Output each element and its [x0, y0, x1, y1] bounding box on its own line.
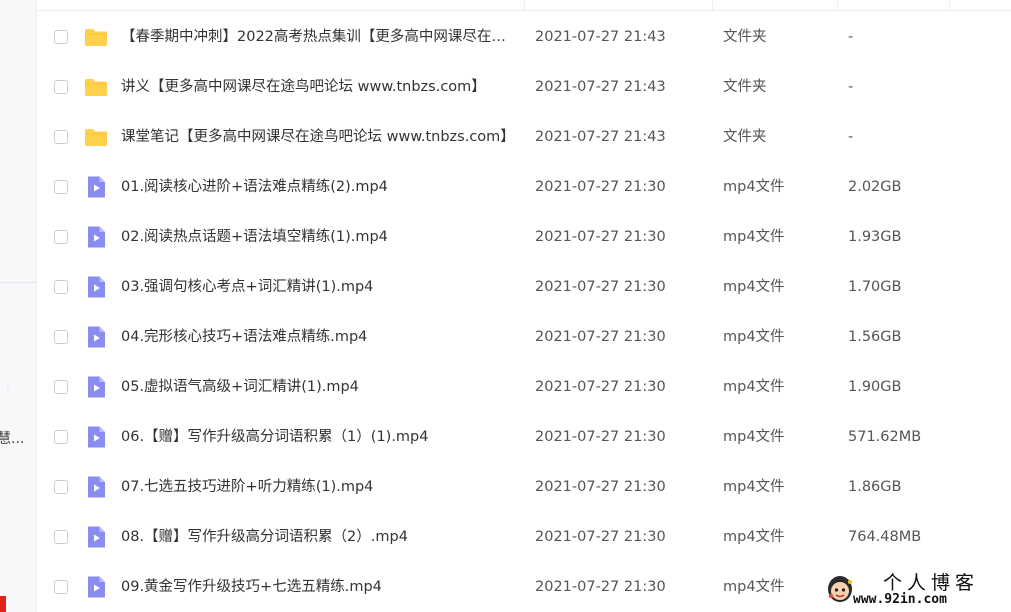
- file-row[interactable]: 05.虚拟语气高级+词汇精讲(1).mp4 2021-07-27 21:30 m…: [37, 362, 1011, 412]
- file-size: -: [848, 29, 854, 45]
- file-modified-time: 2021-07-27 21:30: [535, 479, 666, 495]
- file-size: 1.70GB: [848, 279, 902, 295]
- file-type: 文件夹: [723, 129, 767, 145]
- file-name[interactable]: 02.阅读热点话题+语法填空精练(1).mp4: [121, 212, 517, 262]
- file-row[interactable]: 02.阅读热点话题+语法填空精练(1).mp4 2021-07-27 21:30…: [37, 212, 1011, 262]
- file-modified-time: 2021-07-27 21:30: [535, 229, 666, 245]
- file-size: 1.93GB: [848, 229, 902, 245]
- file-modified-time: 2021-07-27 21:30: [535, 329, 666, 345]
- file-row[interactable]: 06.【赠】写作升级高分词语积累（1）(1).mp4 2021-07-27 21…: [37, 412, 1011, 462]
- file-manager-page: ⋮ 慧... 【春季期中冲刺】2022高考热点集训【更多高中网课尽在途鸟吧论坛 …: [0, 0, 1011, 612]
- file-modified-time: 2021-07-27 21:43: [535, 129, 666, 145]
- video-file-icon: [84, 175, 108, 199]
- file-row[interactable]: 【春季期中冲刺】2022高考热点集训【更多高中网课尽在途鸟吧论坛 www.tnb…: [37, 12, 1011, 62]
- row-checkbox[interactable]: [54, 230, 68, 244]
- sidebar-divider: [0, 282, 36, 283]
- file-modified-time: 2021-07-27 21:30: [535, 529, 666, 545]
- file-name[interactable]: 09.黄金写作升级技巧+七选五精练.mp4: [121, 562, 517, 612]
- folder-icon: [84, 75, 108, 99]
- file-modified-time: 2021-07-27 21:43: [535, 29, 666, 45]
- file-name[interactable]: 【春季期中冲刺】2022高考热点集训【更多高中网课尽在途鸟吧论坛 www.tnb…: [121, 12, 517, 62]
- file-row[interactable]: 04.完形核心技巧+语法难点精练.mp4 2021-07-27 21:30 mp…: [37, 312, 1011, 362]
- folder-icon: [84, 125, 108, 149]
- file-modified-time: 2021-07-27 21:43: [535, 79, 666, 95]
- row-checkbox[interactable]: [54, 280, 68, 294]
- file-name[interactable]: 01.阅读核心进阶+语法难点精练(2).mp4: [121, 162, 517, 212]
- video-file-icon: [84, 425, 108, 449]
- video-file-icon: [84, 325, 108, 349]
- header-column-divider[interactable]: [524, 0, 525, 10]
- file-size: 1.56GB: [848, 329, 902, 345]
- header-column-divider[interactable]: [712, 0, 713, 10]
- file-type: mp4文件: [723, 579, 785, 595]
- file-name[interactable]: 03.强调句核心考点+词汇精讲(1).mp4: [121, 262, 517, 312]
- video-file-icon: [84, 225, 108, 249]
- file-size: 1.86GB: [848, 479, 902, 495]
- file-modified-time: 2021-07-27 21:30: [535, 579, 666, 595]
- row-checkbox[interactable]: [54, 380, 68, 394]
- file-row[interactable]: 03.强调句核心考点+词汇精讲(1).mp4 2021-07-27 21:30 …: [37, 262, 1011, 312]
- video-file-icon: [84, 475, 108, 499]
- row-checkbox[interactable]: [54, 80, 68, 94]
- file-row[interactable]: 讲义【更多高中网课尽在途鸟吧论坛 www.tnbzs.com】 2021-07-…: [37, 62, 1011, 112]
- file-size: 2.02GB: [848, 179, 902, 195]
- file-type: mp4文件: [723, 479, 785, 495]
- file-type: mp4文件: [723, 279, 785, 295]
- file-modified-time: 2021-07-27 21:30: [535, 279, 666, 295]
- file-size: -: [848, 129, 854, 145]
- row-checkbox[interactable]: [54, 430, 68, 444]
- more-options-icon[interactable]: ⋮: [4, 386, 12, 394]
- file-row[interactable]: 课堂笔记【更多高中网课尽在途鸟吧论坛 www.tnbzs.com】 2021-0…: [37, 112, 1011, 162]
- sidebar-active-indicator: [0, 596, 6, 612]
- file-list-header: [37, 0, 1011, 11]
- file-type: mp4文件: [723, 529, 785, 545]
- row-checkbox[interactable]: [54, 580, 68, 594]
- header-column-divider[interactable]: [949, 0, 950, 10]
- file-size: 764.48MB: [848, 529, 922, 545]
- file-type: 文件夹: [723, 79, 767, 95]
- file-size: -: [848, 79, 854, 95]
- cartoon-avatar-icon: [828, 576, 852, 602]
- file-type: mp4文件: [723, 229, 785, 245]
- file-row[interactable]: 07.七选五技巧进阶+听力精练(1).mp4 2021-07-27 21:30 …: [37, 462, 1011, 512]
- row-checkbox[interactable]: [54, 30, 68, 44]
- video-file-icon: [84, 375, 108, 399]
- file-name[interactable]: 08.【赠】写作升级高分词语积累（2）.mp4: [121, 512, 517, 562]
- file-name[interactable]: 07.七选五技巧进阶+听力精练(1).mp4: [121, 462, 517, 512]
- row-checkbox[interactable]: [54, 180, 68, 194]
- sidebar-item-label[interactable]: 慧...: [0, 428, 24, 448]
- file-name[interactable]: 05.虚拟语气高级+词汇精讲(1).mp4: [121, 362, 517, 412]
- file-modified-time: 2021-07-27 21:30: [535, 379, 666, 395]
- file-name[interactable]: 04.完形核心技巧+语法难点精练.mp4: [121, 312, 517, 362]
- file-type: mp4文件: [723, 329, 785, 345]
- file-row[interactable]: 08.【赠】写作升级高分词语积累（2）.mp4 2021-07-27 21:30…: [37, 512, 1011, 562]
- file-type: mp4文件: [723, 379, 785, 395]
- folder-icon: [84, 25, 108, 49]
- row-checkbox[interactable]: [54, 480, 68, 494]
- file-list: 【春季期中冲刺】2022高考热点集训【更多高中网课尽在途鸟吧论坛 www.tnb…: [37, 12, 1011, 612]
- file-size: 1.90GB: [848, 379, 902, 395]
- file-type: mp4文件: [723, 429, 785, 445]
- file-row[interactable]: 01.阅读核心进阶+语法难点精练(2).mp4 2021-07-27 21:30…: [37, 162, 1011, 212]
- row-checkbox[interactable]: [54, 130, 68, 144]
- sidebar: ⋮ 慧...: [0, 0, 37, 612]
- video-file-icon: [84, 575, 108, 599]
- file-name[interactable]: 06.【赠】写作升级高分词语积累（1）(1).mp4: [121, 412, 517, 462]
- video-file-icon: [84, 525, 108, 549]
- video-file-icon: [84, 275, 108, 299]
- header-column-divider[interactable]: [837, 0, 838, 10]
- watermark-title: 个人博客: [883, 572, 980, 594]
- file-size: 571.62MB: [848, 429, 922, 445]
- row-checkbox[interactable]: [54, 330, 68, 344]
- file-name[interactable]: 讲义【更多高中网课尽在途鸟吧论坛 www.tnbzs.com】: [121, 62, 517, 112]
- row-checkbox[interactable]: [54, 530, 68, 544]
- file-modified-time: 2021-07-27 21:30: [535, 179, 666, 195]
- file-name[interactable]: 课堂笔记【更多高中网课尽在途鸟吧论坛 www.tnbzs.com】: [121, 112, 517, 162]
- file-type: 文件夹: [723, 29, 767, 45]
- watermark-url: www.92in.com: [853, 592, 947, 607]
- watermark: 个人博客 www.92in.com: [813, 568, 1011, 612]
- file-modified-time: 2021-07-27 21:30: [535, 429, 666, 445]
- file-type: mp4文件: [723, 179, 785, 195]
